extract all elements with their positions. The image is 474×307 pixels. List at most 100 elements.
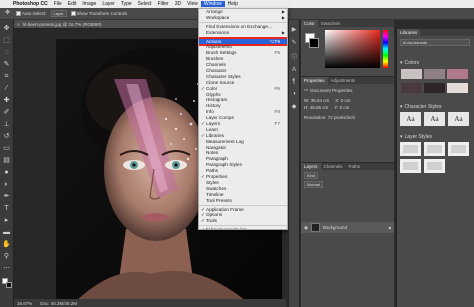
- window-menu-item-label: hl-beert-presets.jpg: [206, 227, 247, 230]
- adjust-panel-icon[interactable]: ◑: [292, 91, 296, 97]
- menu-image[interactable]: Image: [79, 1, 99, 7]
- library-color-swatch[interactable]: [424, 83, 445, 93]
- library-color-swatch[interactable]: [401, 83, 422, 93]
- menu-window[interactable]: Window: [200, 1, 225, 7]
- history-brush-icon[interactable]: ↺: [2, 132, 11, 141]
- tab-properties[interactable]: Properties: [301, 77, 328, 84]
- dodge-tool-icon[interactable]: ◐: [2, 180, 11, 189]
- marquee-tool-icon[interactable]: ⬚: [2, 36, 11, 45]
- gradient-tool-icon[interactable]: ▤: [2, 156, 11, 165]
- library-color-swatch[interactable]: [401, 69, 422, 79]
- blend-mode-dropdown[interactable]: Normal: [304, 181, 323, 188]
- close-icon[interactable]: ×: [17, 22, 20, 27]
- layer-thumbnail: [310, 223, 320, 232]
- h-value[interactable]: 48.06 cm: [310, 105, 329, 110]
- tab-adjustments[interactable]: Adjustments: [328, 77, 359, 84]
- history-panel-icon[interactable]: ▶: [292, 26, 297, 33]
- char-style-1[interactable]: Aa: [400, 112, 421, 126]
- window-menu-item-tools[interactable]: ✓ Tools: [199, 218, 287, 224]
- w-value[interactable]: 36.04 cm: [311, 98, 330, 103]
- layer-row-background[interactable]: ◉ Background 🔒︎: [301, 222, 394, 233]
- color-swatches[interactable]: [1, 278, 12, 288]
- zoom-level[interactable]: 16.67%: [17, 301, 32, 306]
- auto-select-checkbox[interactable]: Auto-Select:: [16, 11, 47, 16]
- shape-tool-icon[interactable]: ▬: [2, 228, 11, 237]
- layer-style-2[interactable]: [424, 142, 445, 156]
- menu-photoshop[interactable]: Photoshop CC: [10, 1, 51, 7]
- tab-libraries[interactable]: Libraries: [397, 29, 421, 36]
- character-panel-icon[interactable]: A: [292, 67, 296, 73]
- lock-icon: 🔒︎: [388, 225, 391, 230]
- library-color-swatch[interactable]: [447, 83, 468, 93]
- move-tool-icon[interactable]: ✥: [2, 24, 11, 33]
- layer-name[interactable]: Background: [323, 225, 347, 230]
- color-field[interactable]: [325, 30, 380, 68]
- window-menu-item-extensions[interactable]: Extensions ▶: [199, 30, 287, 36]
- char-style-2[interactable]: Aa: [424, 112, 445, 126]
- char-style-3[interactable]: Aa: [448, 112, 469, 126]
- quick-select-tool-icon[interactable]: ✎: [2, 60, 11, 69]
- layer-filter-kind[interactable]: Kind: [304, 172, 319, 179]
- type-tool-icon[interactable]: T: [2, 204, 11, 213]
- x-value[interactable]: 0 cm: [341, 98, 351, 103]
- library-color-swatch[interactable]: [424, 69, 445, 79]
- crop-tool-icon[interactable]: ⌗: [2, 72, 11, 81]
- menu-3d[interactable]: 3D: [172, 1, 184, 7]
- doc-size[interactable]: Doc: 40.2M/40.2M: [40, 301, 77, 306]
- layer-select-dropdown[interactable]: Layer: [50, 10, 67, 17]
- pen-tool-icon[interactable]: ✒: [2, 192, 11, 201]
- y-value[interactable]: 0 cm: [340, 105, 350, 110]
- menu-edit[interactable]: Edit: [65, 1, 80, 7]
- layer-style-1[interactable]: [400, 142, 421, 156]
- paragraph-panel-icon[interactable]: ¶: [292, 79, 295, 85]
- menu-file[interactable]: File: [51, 1, 65, 7]
- hue-slider[interactable]: [383, 30, 388, 68]
- menu-help[interactable]: Help: [225, 1, 241, 7]
- chevron-down-icon[interactable]: ▾: [400, 134, 403, 140]
- window-menu-item-label: Options: [206, 212, 223, 218]
- window-menu-item-workspace[interactable]: Workspace ▶: [199, 15, 287, 21]
- layer-style-4[interactable]: [400, 159, 421, 173]
- brush-panel-icon[interactable]: ✎: [291, 39, 296, 46]
- blur-tool-icon[interactable]: ●: [2, 168, 11, 177]
- menu-view[interactable]: View: [184, 1, 201, 7]
- eraser-tool-icon[interactable]: ▭: [2, 144, 11, 153]
- tab-paths[interactable]: Paths: [346, 163, 364, 170]
- healing-tool-icon[interactable]: ✚: [2, 96, 11, 105]
- submenu-arrow-icon: ▶: [281, 14, 285, 20]
- hand-tool-icon[interactable]: ✋: [2, 240, 11, 249]
- tab-color[interactable]: Color: [301, 20, 318, 27]
- path-select-tool-icon[interactable]: ▸: [2, 216, 11, 225]
- tab-channels[interactable]: Channels: [321, 163, 346, 170]
- more-tools-icon[interactable]: ⋯: [2, 264, 11, 273]
- library-select[interactable]: hl-ba-ldsuede: [400, 39, 470, 46]
- menu-select[interactable]: Select: [135, 1, 155, 7]
- library-color-swatch[interactable]: [447, 69, 468, 79]
- move-tool-icon[interactable]: ✥: [3, 9, 12, 18]
- stamp-tool-icon[interactable]: ⊥: [2, 120, 11, 129]
- info-panel-icon[interactable]: ⓘ: [291, 52, 297, 61]
- bg-swatch[interactable]: [309, 38, 319, 48]
- layer-style-5[interactable]: [424, 159, 445, 173]
- menu-layer[interactable]: Layer: [99, 1, 118, 7]
- glyphs-panel-icon[interactable]: ◆: [292, 103, 297, 110]
- show-transform-checkbox[interactable]: Show Transform Controls: [70, 11, 127, 16]
- eyedropper-tool-icon[interactable]: ⁄: [2, 84, 11, 93]
- window-menu-item-label: Paths: [206, 168, 218, 174]
- window-menu-item-tool-presets[interactable]: Tool Presets: [199, 198, 287, 204]
- window-menu-item-label: Layer Comps: [206, 115, 234, 121]
- h-label: H:: [304, 105, 309, 110]
- eye-icon[interactable]: ◉: [304, 225, 308, 231]
- menu-filter[interactable]: Filter: [155, 1, 172, 7]
- layer-style-3[interactable]: [448, 142, 469, 156]
- brush-tool-icon[interactable]: ✐: [2, 108, 11, 117]
- background-color[interactable]: [5, 282, 12, 288]
- zoom-tool-icon[interactable]: ⚲: [2, 252, 11, 261]
- menu-type[interactable]: Type: [118, 1, 135, 7]
- lasso-tool-icon[interactable]: ◌: [2, 48, 11, 57]
- chevron-down-icon[interactable]: ▾: [400, 104, 403, 110]
- tab-layers[interactable]: Layers: [301, 163, 321, 170]
- chevron-down-icon[interactable]: ▾: [400, 60, 403, 66]
- window-menu-item-hl-beert-presets-jpg[interactable]: ✓ hl-beert-presets.jpg: [199, 227, 287, 230]
- tab-swatches[interactable]: Swatches: [318, 20, 344, 27]
